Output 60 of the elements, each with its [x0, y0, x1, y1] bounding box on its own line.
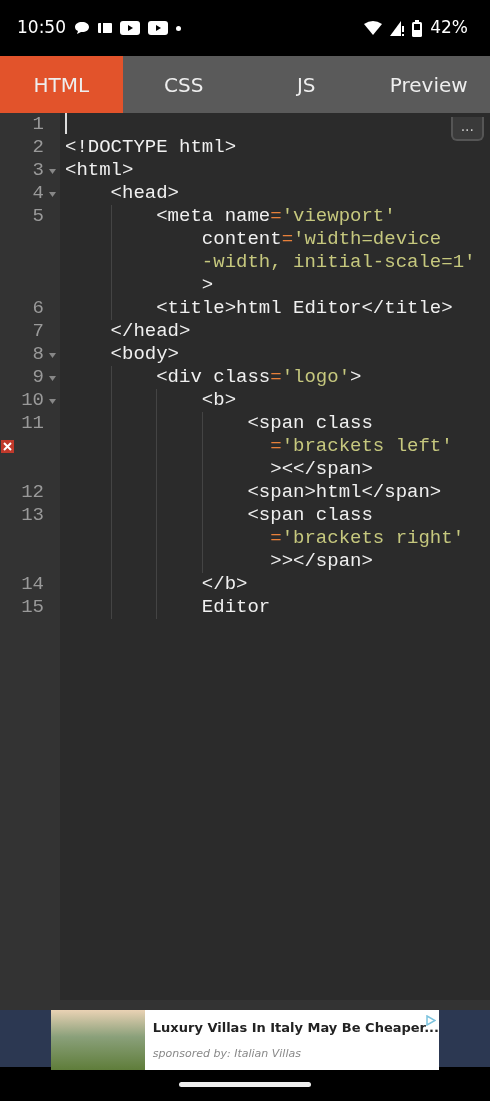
- editor-tab[interactable]: HTML: [0, 56, 123, 113]
- code-line: <title>html Editor</title>: [155, 297, 453, 319]
- ad-title[interactable]: Luxury Villas In Italy May Be Cheaper...: [152, 1018, 439, 1038]
- line-number: 4: [32, 182, 44, 204]
- code-line: <span class: [246, 504, 373, 526]
- line-number: 13: [21, 504, 44, 526]
- fold-caret-icon[interactable]: [49, 169, 56, 174]
- code-line: ='brackets left': [269, 435, 453, 457]
- line-number: 9: [32, 366, 44, 388]
- clock: 10:50: [17, 16, 66, 40]
- chat-icon: [74, 20, 90, 36]
- signal-icon: [390, 20, 405, 36]
- more-button[interactable]: ...: [450, 117, 484, 141]
- editor-tab[interactable]: JS: [245, 56, 368, 113]
- code-line: <meta name='viewport': [155, 205, 396, 227]
- wifi-icon: [364, 21, 383, 35]
- line-number: 3: [32, 159, 44, 181]
- code-line: </head>: [109, 320, 191, 342]
- code-line: Editor: [200, 596, 271, 618]
- line-number: 2: [32, 136, 44, 158]
- line-number: 12: [21, 481, 44, 503]
- dot-icon: [176, 25, 181, 31]
- line-number: 5: [32, 205, 44, 227]
- code-line: <html>: [65, 159, 134, 181]
- line-number: 11: [21, 412, 44, 434]
- code-line: <span>html</span>: [246, 481, 442, 503]
- code-line: </b>: [200, 573, 248, 595]
- code-line: <body>: [109, 343, 180, 365]
- battery-icon: [412, 19, 423, 37]
- fold-caret-icon[interactable]: [49, 353, 56, 358]
- fold-caret-icon[interactable]: [49, 399, 56, 404]
- ad-sponsor: sponsored by: Italian Villas: [152, 1045, 302, 1062]
- code-line: <span class: [246, 412, 373, 434]
- code-line: ='brackets right': [269, 527, 465, 549]
- code-line: <!DOCTYPE html>: [65, 136, 237, 158]
- line-number: 7: [32, 320, 44, 342]
- code-line: <b>: [200, 389, 237, 411]
- fold-caret-icon[interactable]: [49, 376, 56, 381]
- code-line: content='width=device: [200, 228, 442, 250]
- code-line: -width, initial-scale=1': [200, 251, 476, 273]
- home-handle[interactable]: [179, 1081, 311, 1087]
- line-number: 10: [21, 389, 44, 411]
- battery-percent: 42%: [430, 16, 468, 40]
- code-line: ><</span>: [269, 458, 373, 480]
- code-line: >: [200, 274, 214, 296]
- video-icon: [120, 21, 140, 35]
- editor-tab[interactable]: CSS: [122, 56, 245, 113]
- line-number: 14: [21, 573, 44, 595]
- ad-banner[interactable]: Luxury Villas In Italy May Be Cheaper... sponsored by: Italian Villas: [51, 1010, 439, 1070]
- code-line: >></span>: [269, 550, 373, 572]
- line-number: 1: [32, 113, 44, 135]
- card-icon: [98, 22, 112, 34]
- editor-tab[interactable]: Preview: [367, 56, 490, 113]
- fold-caret-icon[interactable]: [49, 192, 56, 197]
- line-number: 8: [32, 343, 44, 365]
- code-line: <div class='logo'>: [155, 366, 362, 388]
- line-number: 15: [21, 596, 44, 618]
- video-icon: [148, 21, 168, 35]
- line-number: 6: [32, 297, 44, 319]
- code-line: <head>: [109, 182, 180, 204]
